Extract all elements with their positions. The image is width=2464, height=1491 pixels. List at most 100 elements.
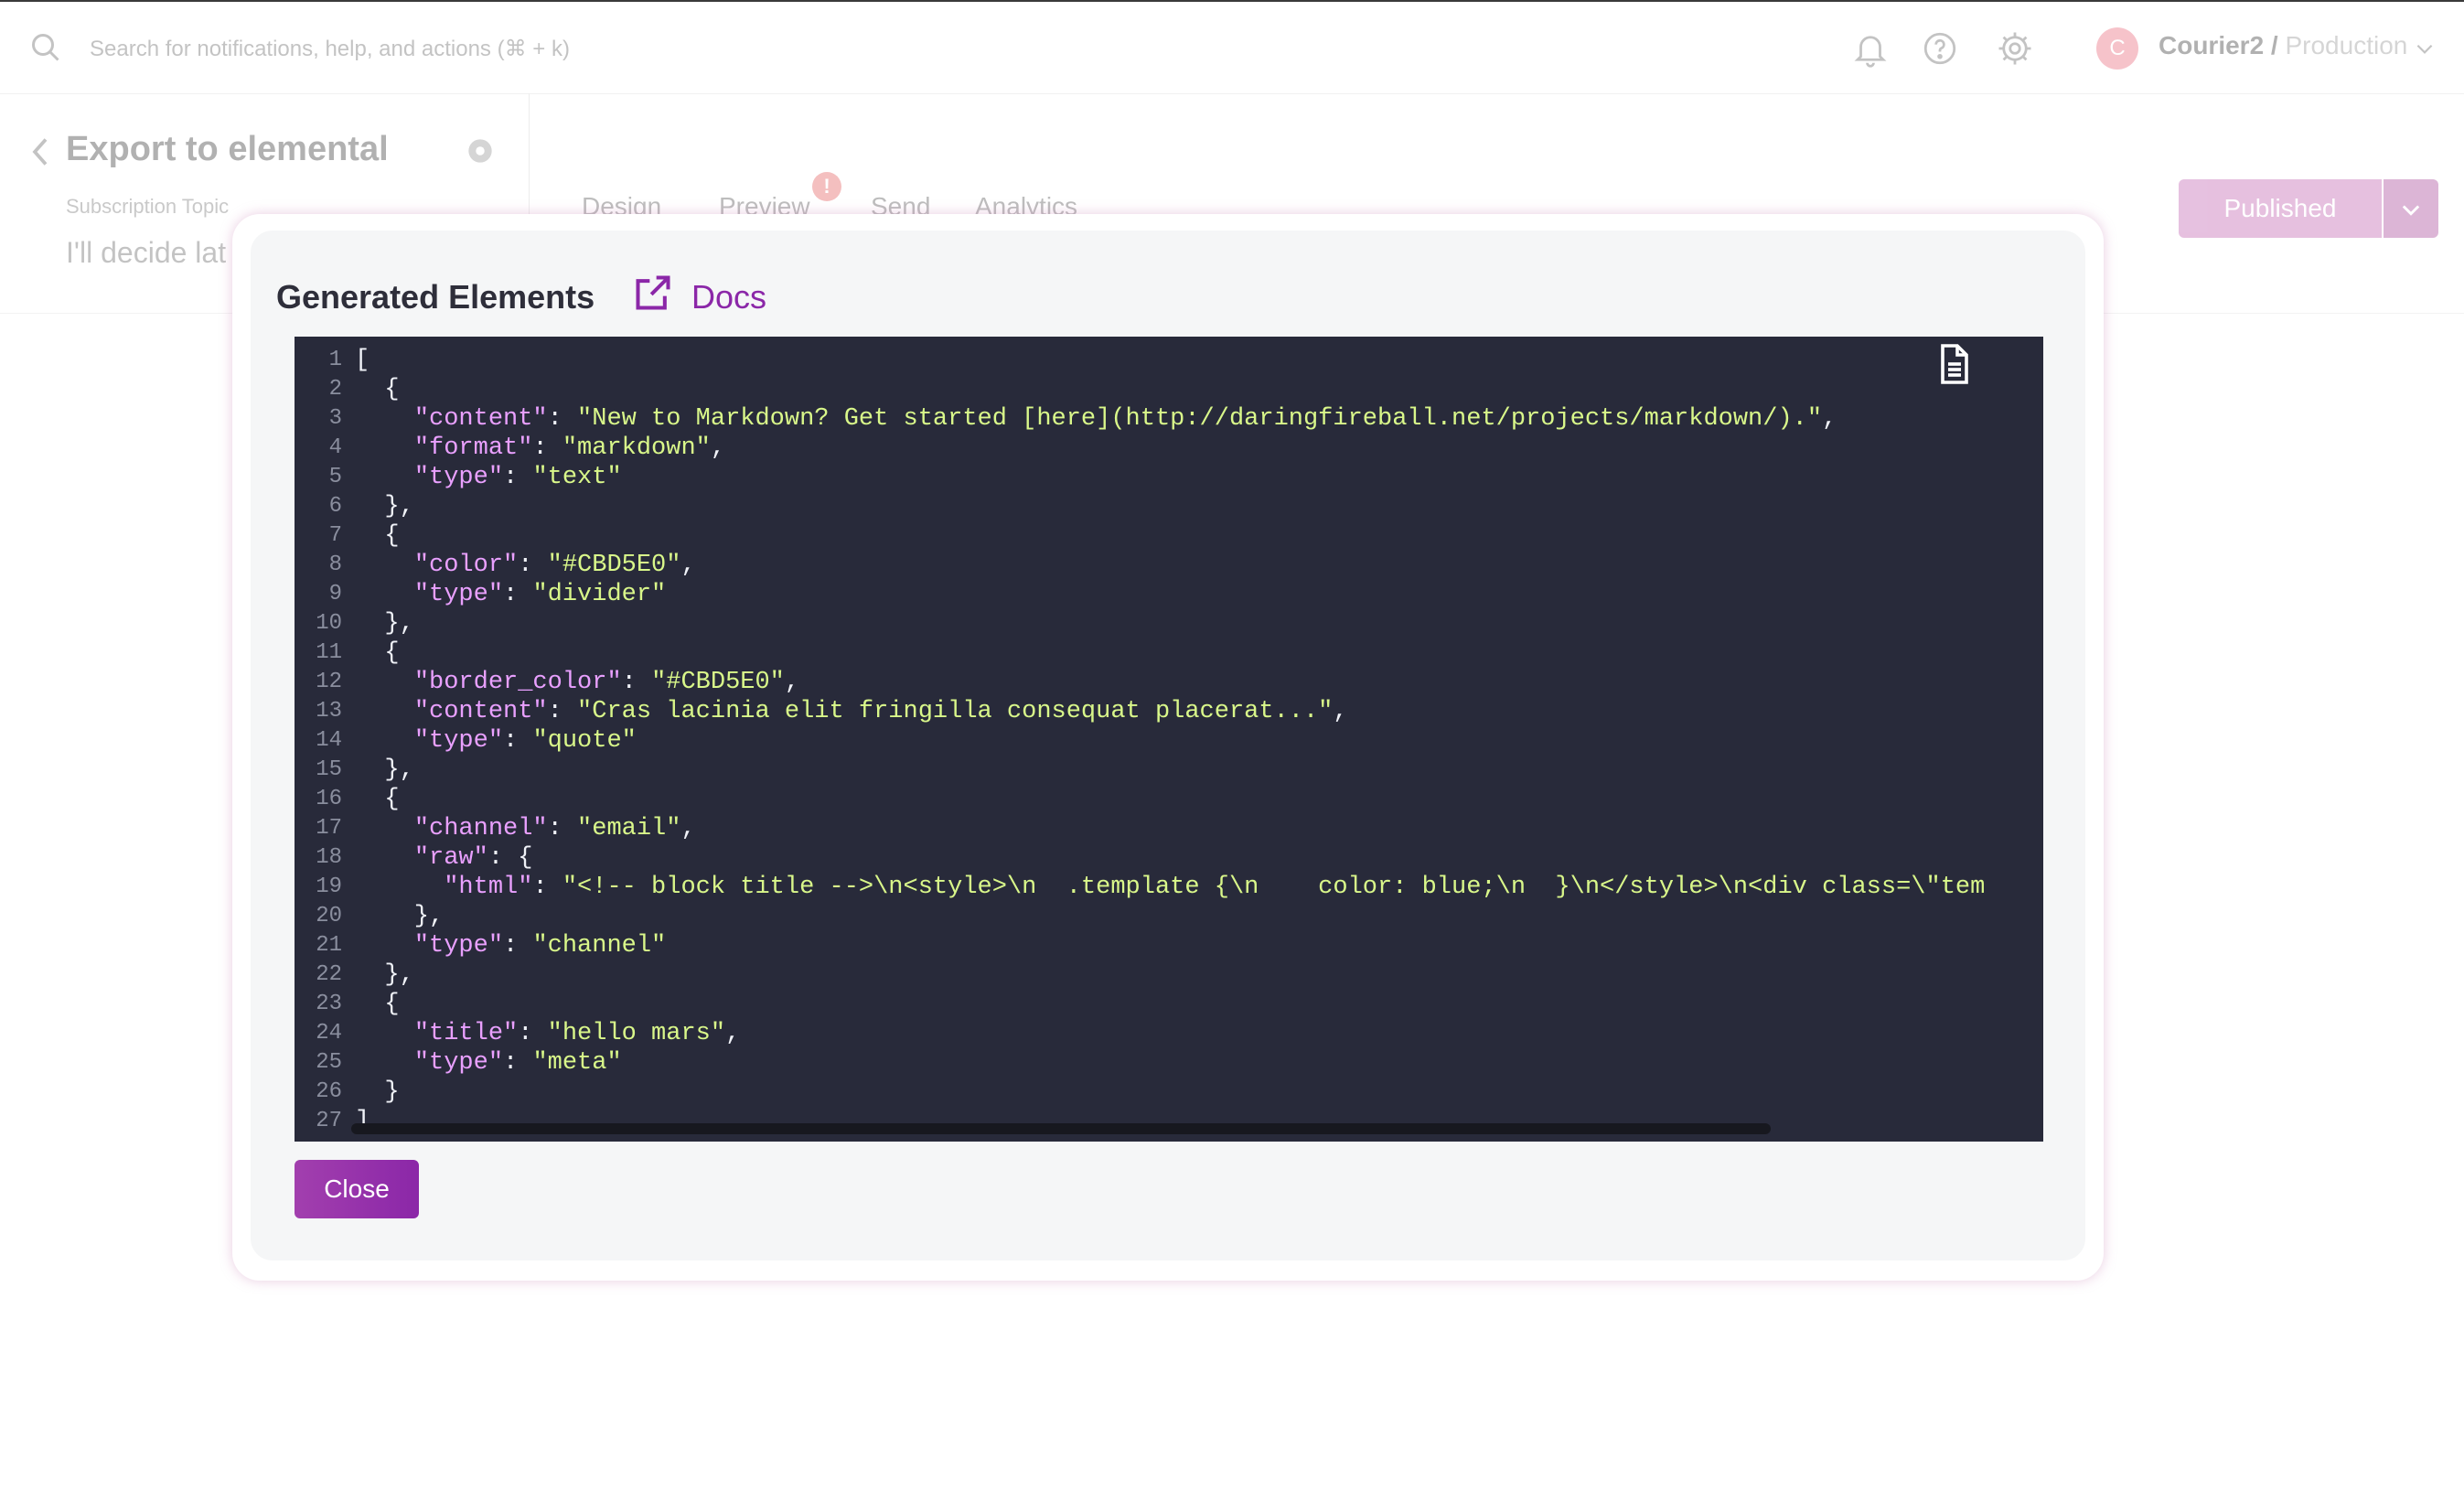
line-number: 24 <box>316 1021 342 1046</box>
chevron-down-icon <box>2402 204 2420 216</box>
code-text: "type": "divider" <box>413 581 667 608</box>
modal-title: Generated Elements <box>276 278 595 316</box>
close-button[interactable]: Close <box>295 1160 419 1218</box>
global-search-input[interactable] <box>90 31 913 68</box>
code-line: 21 "type": "channel" <box>295 931 2043 960</box>
code-text: { <box>355 522 400 550</box>
line-number: 21 <box>316 933 342 958</box>
bell-icon[interactable] <box>1851 29 1890 68</box>
publish-options-dropdown[interactable] <box>2384 179 2438 238</box>
line-number: 4 <box>328 435 342 460</box>
top-bar: C Courier2 / Production <box>0 2 2464 94</box>
code-line: 13 "content": "Cras lacinia elit fringil… <box>295 697 2043 726</box>
search-icon <box>32 34 59 61</box>
code-line: 10 }, <box>295 609 2043 638</box>
code-line: 16 { <box>295 785 2043 814</box>
code-line: 4 "format": "markdown", <box>295 434 2043 463</box>
code-text: { <box>355 639 400 667</box>
line-number: 6 <box>328 494 342 519</box>
avatar[interactable]: C <box>2096 27 2138 70</box>
copy-document-icon[interactable] <box>1932 342 1976 386</box>
subscription-topic-label: Subscription Topic <box>66 195 230 218</box>
code-text: "content": "New to Markdown? Get started… <box>413 405 1837 433</box>
code-line: 2 { <box>295 375 2043 404</box>
code-line: 6 }, <box>295 492 2043 521</box>
code-line: 18 "raw": { <box>295 843 2043 873</box>
code-line: 12 "border_color": "#CBD5E0", <box>295 668 2043 697</box>
code-text: }, <box>355 756 414 784</box>
code-line: 24 "title": "hello mars", <box>295 1019 2043 1048</box>
line-number: 16 <box>316 787 342 811</box>
template-settings-gear-icon[interactable] <box>463 134 498 168</box>
code-line: 20 }, <box>295 902 2043 931</box>
code-line: 15 }, <box>295 756 2043 785</box>
line-number: 19 <box>316 874 342 899</box>
code-viewer[interactable]: 1[2 {3 "content": "New to Markdown? Get … <box>295 337 2043 1142</box>
code-line: 3 "content": "New to Markdown? Get start… <box>295 404 2043 434</box>
code-text: "border_color": "#CBD5E0", <box>413 669 800 696</box>
line-number: 18 <box>316 845 342 870</box>
line-number: 10 <box>316 611 342 636</box>
line-number: 15 <box>316 757 342 782</box>
subscription-topic-value[interactable]: I'll decide lat <box>66 236 226 270</box>
code-text: "title": "hello mars", <box>413 1020 741 1047</box>
code-text: { <box>355 376 400 403</box>
line-number: 7 <box>328 523 342 548</box>
template-title: Export to elemental <box>66 130 389 168</box>
gear-icon[interactable] <box>1996 29 2034 68</box>
code-text: "content": "Cras lacinia elit fringilla … <box>413 698 1348 725</box>
code-text: "type": "text" <box>413 464 622 491</box>
preview-warning-badge: ! <box>812 172 841 201</box>
code-text: }, <box>355 961 414 989</box>
code-line: 17 "channel": "email", <box>295 814 2043 843</box>
line-number: 27 <box>316 1109 342 1133</box>
line-number: 11 <box>316 640 342 665</box>
published-button[interactable]: Published <box>2179 179 2382 238</box>
code-line: 11 { <box>295 638 2043 668</box>
line-number: 25 <box>316 1050 342 1075</box>
code-text: }, <box>355 903 445 930</box>
horizontal-scrollbar[interactable] <box>351 1123 1771 1134</box>
line-number: 1 <box>328 348 342 372</box>
workspace-switcher[interactable]: Courier2 / Production <box>2159 31 2407 60</box>
code-line: 19 "html": "<!-- block title -->\n<style… <box>295 873 2043 902</box>
code-line: 23 { <box>295 990 2043 1019</box>
line-number: 26 <box>316 1079 342 1104</box>
code-line: 8 "color": "#CBD5E0", <box>295 551 2043 580</box>
code-text: { <box>355 991 400 1018</box>
code-line: 22 }, <box>295 960 2043 990</box>
line-number: 22 <box>316 962 342 987</box>
code-text: "type": "meta" <box>413 1049 622 1077</box>
external-link-icon <box>636 275 670 310</box>
environment-name: Production <box>2285 31 2408 59</box>
chevron-down-icon[interactable] <box>2413 37 2437 60</box>
code-text: } <box>355 1078 400 1106</box>
code-text: [ <box>355 347 370 374</box>
code-text: "channel": "email", <box>413 815 696 842</box>
line-number: 8 <box>328 552 342 577</box>
code-line: 7 { <box>295 521 2043 551</box>
line-number: 13 <box>316 699 342 724</box>
code-text: "format": "markdown", <box>413 434 726 462</box>
code-line: 9 "type": "divider" <box>295 580 2043 609</box>
code-text: "type": "channel" <box>413 932 667 960</box>
line-number: 3 <box>328 406 342 431</box>
line-number: 14 <box>316 728 342 753</box>
code-line: 1[ <box>295 346 2043 375</box>
line-number: 9 <box>328 582 342 606</box>
code-text: "type": "quote" <box>413 727 637 755</box>
line-number: 20 <box>316 904 342 928</box>
help-icon[interactable] <box>1921 29 1959 68</box>
chevron-left-icon[interactable] <box>29 135 51 168</box>
line-number: 2 <box>328 377 342 402</box>
code-text: }, <box>355 610 414 638</box>
code-lines: 1[2 {3 "content": "New to Markdown? Get … <box>295 346 2043 1136</box>
code-line: 26 } <box>295 1078 2043 1107</box>
line-number: 5 <box>328 465 342 489</box>
line-number: 17 <box>316 816 342 841</box>
workspace-name: Courier2 / <box>2159 31 2286 59</box>
docs-link-label: Docs <box>691 278 767 316</box>
code-line: 5 "type": "text" <box>295 463 2043 492</box>
code-line: 14 "type": "quote" <box>295 726 2043 756</box>
line-number: 12 <box>316 670 342 694</box>
